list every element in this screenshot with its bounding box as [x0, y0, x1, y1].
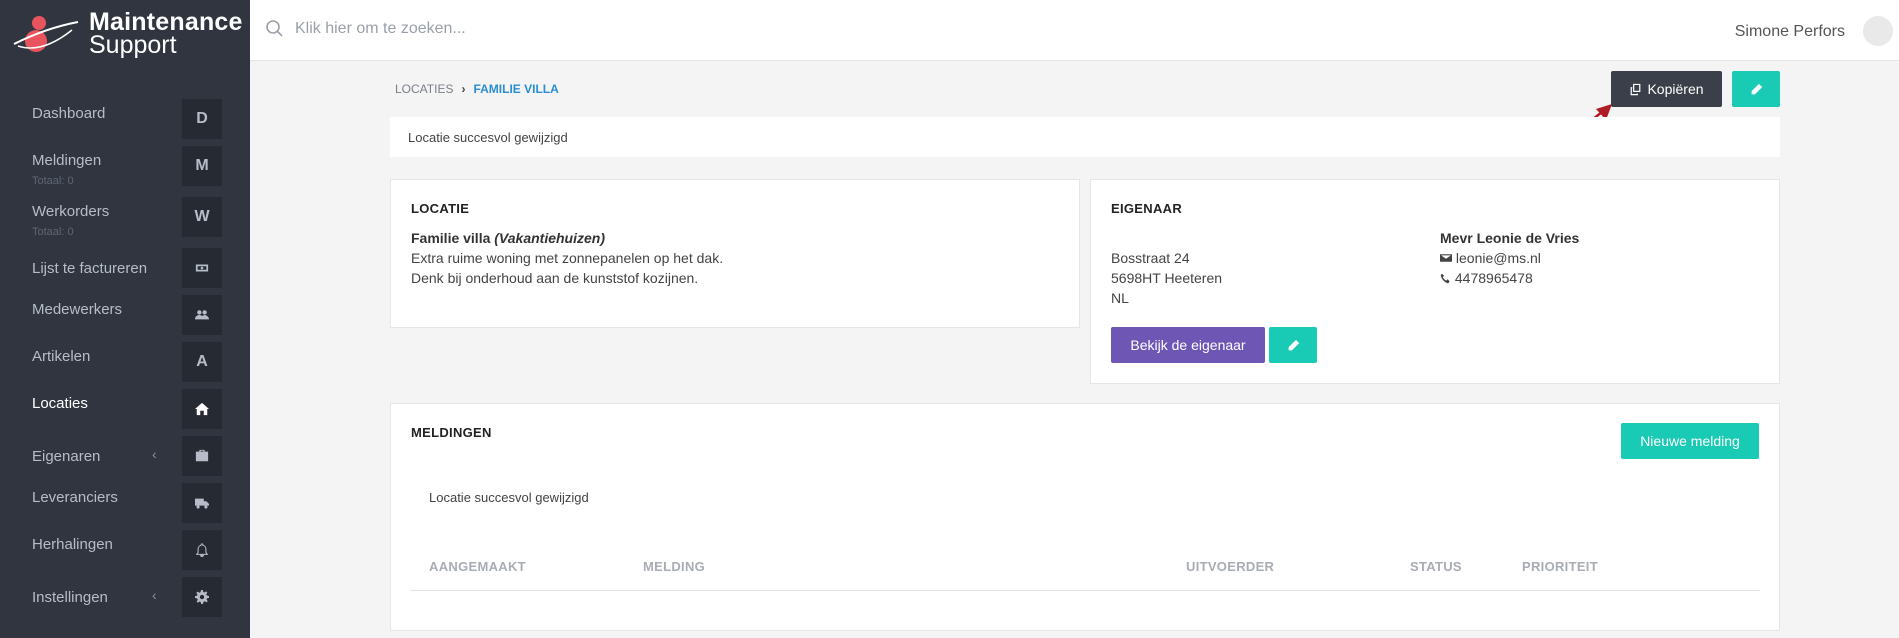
- edit-owner-button[interactable]: [1269, 327, 1317, 363]
- sidebar-item-label: Leveranciers: [32, 489, 118, 506]
- werkorders-letter-icon: W: [182, 197, 222, 237]
- sidebar-item-eigenaren[interactable]: Eigenaren ‹: [0, 436, 250, 476]
- sidebar-item-label: Instellingen: [32, 589, 108, 606]
- sidebar-item-werkorders[interactable]: Werkorders Totaal: 0 W: [0, 197, 250, 238]
- card-title: LOCATIE: [411, 201, 470, 216]
- gear-icon: [182, 577, 222, 617]
- column-header-prioriteit[interactable]: PRIORITEIT: [1522, 559, 1598, 574]
- sidebar-item-lijst-te-factureren[interactable]: Lijst te factureren: [0, 248, 250, 288]
- meldingen-message: Locatie succesvol gewijzigd: [429, 490, 589, 505]
- new-melding-button[interactable]: Nieuwe melding: [1621, 423, 1759, 459]
- location-type: (Vakantiehuizen): [494, 230, 605, 246]
- sidebar-item-label: Meldingen: [32, 152, 102, 169]
- location-description-line: Extra ruime woning met zonnepanelen op h…: [411, 250, 724, 266]
- location-name-text: Familie villa: [411, 230, 491, 246]
- column-header-uitvoerder[interactable]: UITVOERDER: [1186, 559, 1274, 574]
- logo-icon: [13, 16, 79, 52]
- owner-phone: 4478965478: [1454, 270, 1533, 286]
- topbar: Simone Perfors: [250, 0, 1899, 61]
- sidebar-item-count: Totaal: 0: [32, 175, 74, 187]
- sidebar-item-label: Lijst te factureren: [32, 260, 148, 277]
- owner-name: Mevr Leonie de Vries: [1440, 230, 1580, 246]
- truck-icon: [182, 483, 222, 523]
- sidebar-item-artikelen[interactable]: Artikelen A: [0, 342, 250, 382]
- home-icon: [182, 389, 222, 429]
- chevron-left-icon: ‹: [152, 587, 157, 603]
- sidebar-item-herhalingen[interactable]: Herhalingen: [0, 530, 250, 570]
- sidebar-item-label: Artikelen: [32, 348, 91, 365]
- card-title: MELDINGEN: [411, 425, 492, 440]
- envelope-icon: [1440, 254, 1452, 262]
- search-input[interactable]: [295, 15, 895, 43]
- sidebar-item-medewerkers[interactable]: Medewerkers: [0, 295, 250, 335]
- sidebar-item-locaties[interactable]: Locaties: [0, 389, 250, 429]
- view-owner-button[interactable]: Bekijk de eigenaar: [1111, 327, 1265, 363]
- money-icon: [182, 248, 222, 288]
- sidebar-item-instellingen[interactable]: Instellingen ‹: [0, 577, 250, 617]
- artikelen-letter-icon: A: [182, 342, 222, 382]
- sidebar-item-meldingen[interactable]: Meldingen Totaal: 0 M: [0, 146, 250, 187]
- bell-icon: [182, 530, 222, 570]
- breadcrumb-current: FAMILIE VILLA: [473, 82, 559, 96]
- sidebar-item-label: Locaties: [32, 395, 88, 412]
- alert-message: Locatie succesvol gewijzigd: [408, 130, 568, 145]
- column-header-melding[interactable]: MELDING: [643, 559, 705, 574]
- user-name[interactable]: Simone Perfors: [1735, 23, 1845, 41]
- card-title: EIGENAAR: [1111, 201, 1183, 216]
- sidebar-item-leveranciers[interactable]: Leveranciers: [0, 483, 250, 523]
- owner-country: NL: [1111, 290, 1129, 306]
- search-icon: [266, 20, 283, 37]
- sidebar-item-label: Eigenaren: [32, 448, 101, 465]
- breadcrumb: LOCATIES › FAMILIE VILLA: [395, 82, 559, 96]
- logo-text-line2: Support: [89, 31, 177, 59]
- chevron-right-icon: ›: [461, 82, 466, 96]
- meldingen-card: MELDINGEN Locatie succesvol gewijzigd: [390, 403, 1780, 631]
- owner-email[interactable]: leonie@ms.nl: [1456, 250, 1541, 266]
- briefcase-icon: [182, 436, 222, 476]
- meldingen-letter-icon: M: [182, 146, 222, 186]
- users-icon: [182, 295, 222, 335]
- owner-street: Bosstraat 24: [1111, 250, 1190, 266]
- owner-email-row: leonie@ms.nl: [1440, 250, 1541, 266]
- owner-phone-row: 4478965478: [1440, 270, 1533, 286]
- sidebar-item-label: Dashboard: [32, 105, 106, 122]
- success-alert: Locatie succesvol gewijzigd: [390, 117, 1780, 157]
- sidebar-item-dashboard[interactable]: Dashboard D: [0, 99, 250, 139]
- pencil-icon: [1751, 83, 1762, 94]
- table-header-divider: [410, 590, 1760, 591]
- location-name: Familie villa (Vakantiehuizen): [411, 230, 605, 246]
- pencil-icon: [1288, 339, 1299, 350]
- phone-icon: [1440, 273, 1450, 284]
- dashboard-letter-icon: D: [182, 99, 222, 139]
- column-header-aangemaakt[interactable]: AANGEMAAKT: [429, 559, 526, 574]
- breadcrumb-parent-link[interactable]: LOCATIES: [395, 82, 453, 96]
- owner-postal-city: 5698HT Heeteren: [1111, 270, 1223, 286]
- app-logo[interactable]: Maintenance Support: [0, 0, 250, 62]
- copy-button[interactable]: Kopiëren: [1611, 71, 1722, 107]
- location-card: LOCATIE Familie villa (Vakantiehuizen) E…: [390, 179, 1080, 328]
- copy-button-label: Kopiëren: [1647, 81, 1704, 97]
- sidebar-item-label: Werkorders: [32, 203, 110, 220]
- sidebar-item-label: Medewerkers: [32, 301, 123, 318]
- location-description-line: Denk bij onderhoud aan de kunststof kozi…: [411, 270, 699, 286]
- edit-location-button[interactable]: [1732, 71, 1780, 107]
- avatar[interactable]: [1863, 16, 1893, 46]
- sidebar-item-count: Totaal: 0: [32, 226, 74, 238]
- copy-icon: [1631, 83, 1641, 95]
- column-header-status[interactable]: STATUS: [1410, 559, 1462, 574]
- chevron-left-icon: ‹: [152, 446, 157, 462]
- sidebar-item-label: Herhalingen: [32, 536, 113, 553]
- sidebar: Maintenance Support Dashboard D Meldinge…: [0, 0, 250, 638]
